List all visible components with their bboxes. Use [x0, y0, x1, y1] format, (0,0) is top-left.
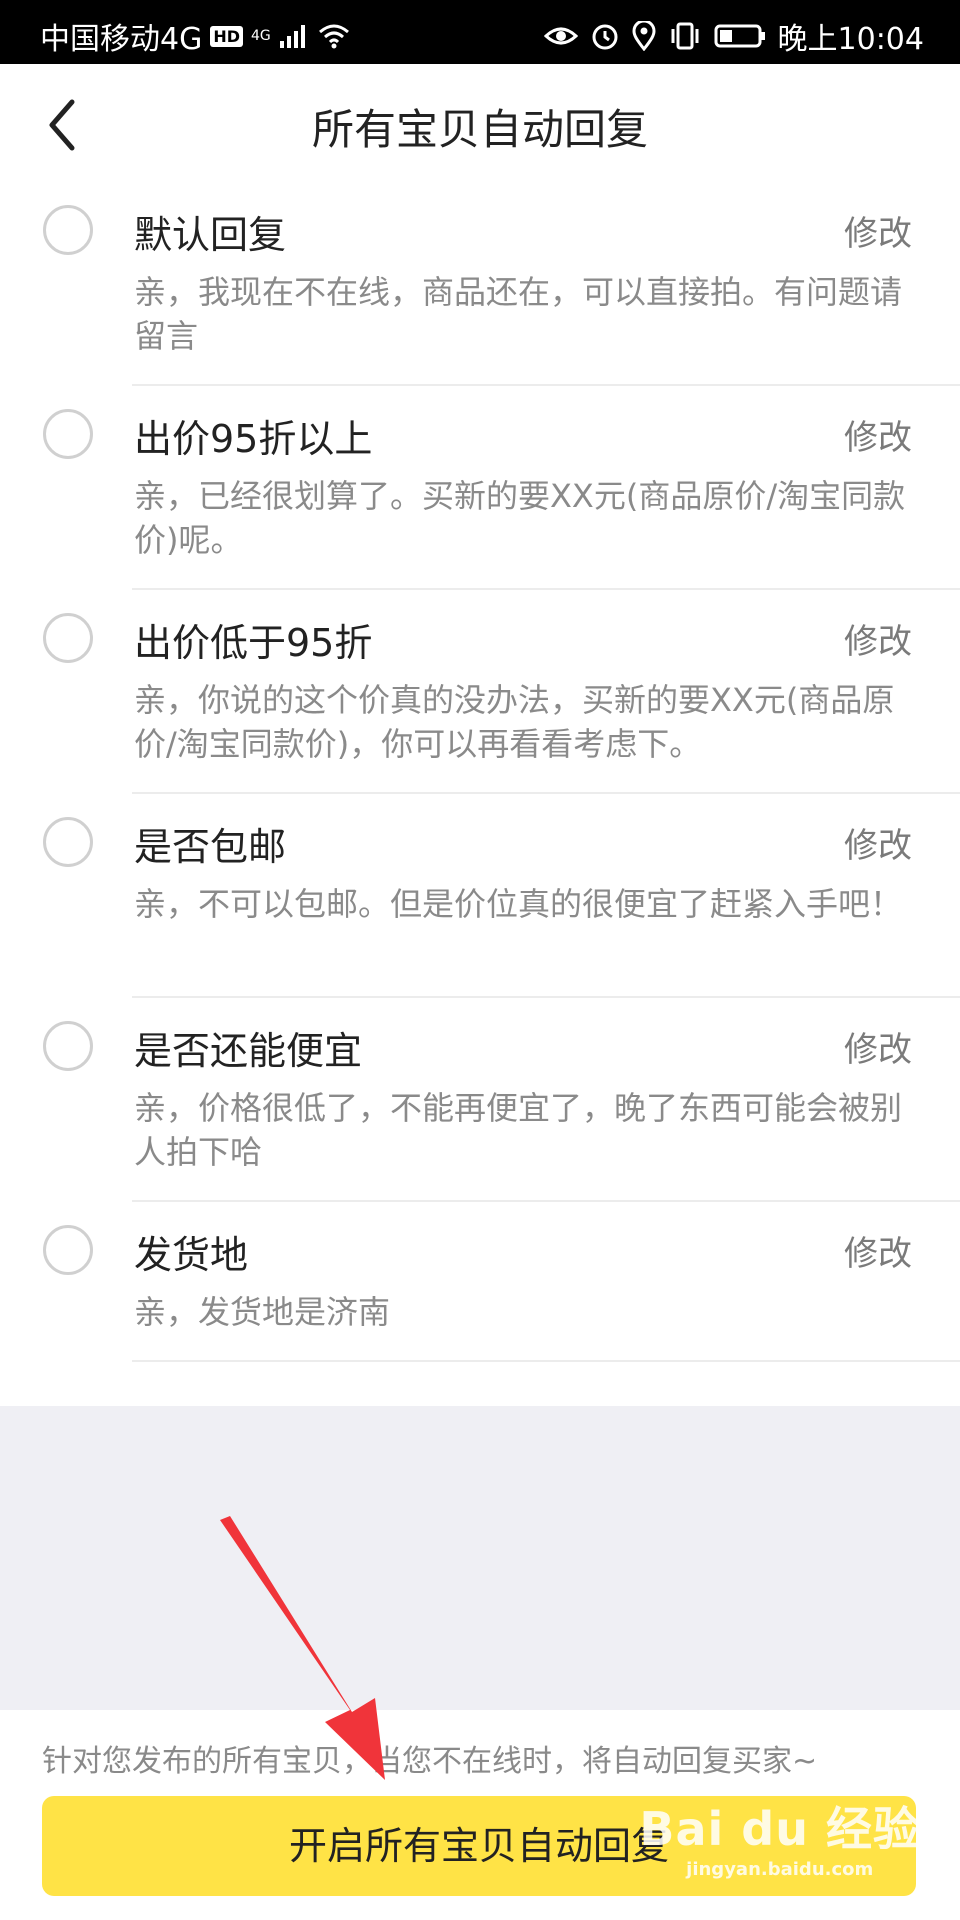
reply-title: 默认回复: [134, 213, 287, 257]
reply-item-below-95[interactable]: 出价低于95折 修改 亲，你说的这个价真的没办法，买新的要XX元(商品原价/淘宝…: [0, 590, 960, 794]
vibrate-icon: [671, 22, 699, 50]
reply-message: 亲，我现在不在线，商品还在，可以直接拍。有问题请留言: [134, 273, 903, 355]
hd-badge: HD: [210, 25, 244, 47]
reply-title: 出价95折以上: [134, 417, 373, 461]
signal-icon: [279, 25, 305, 48]
edit-link[interactable]: 修改: [844, 206, 912, 255]
title-bar: 所有宝贝自动回复: [0, 64, 960, 182]
reply-message: 亲，不可以包邮。但是价位真的很便宜了赶紧入手吧！: [134, 885, 903, 923]
reply-item-above-95[interactable]: 出价95折以上 修改 亲，已经很划算了。买新的要XX元(商品原价/淘宝同款价)呢…: [0, 386, 960, 590]
reply-item-cheaper[interactable]: 是否还能便宜 修改 亲，价格很低了，不能再便宜了，晚了东西可能会被别人拍下哈: [0, 998, 960, 1202]
edit-link[interactable]: 修改: [844, 1022, 912, 1071]
reply-title: 出价低于95折: [134, 621, 373, 665]
carrier-label: 中国移动4G: [40, 22, 203, 57]
page-title: 所有宝贝自动回复: [311, 105, 648, 154]
edit-link[interactable]: 修改: [844, 614, 912, 663]
divider: [132, 1360, 960, 1362]
radio-button[interactable]: [43, 817, 93, 867]
footer-note: 针对您发布的所有宝贝，当您不在线时，将自动回复买家~: [42, 1744, 818, 1779]
edit-link[interactable]: 修改: [844, 410, 912, 459]
network-type: 4G: [251, 28, 271, 44]
reply-list: 默认回复 修改 亲，我现在不在线，商品还在，可以直接拍。有问题请留言 出价95折…: [0, 182, 960, 1362]
reply-item-default[interactable]: 默认回复 修改 亲，我现在不在线，商品还在，可以直接拍。有问题请留言: [0, 182, 960, 386]
reply-message: 亲，发货地是济南: [134, 1293, 391, 1331]
reply-item-free-shipping[interactable]: 是否包邮 修改 亲，不可以包邮。但是价位真的很便宜了赶紧入手吧！: [0, 794, 960, 998]
reply-message: 亲，你说的这个价真的没办法，买新的要XX元(商品原价/淘宝同款价)，你可以再看看…: [134, 681, 895, 763]
reply-title: 是否包邮: [134, 825, 287, 869]
battery-icon: [714, 24, 765, 48]
radio-button[interactable]: [43, 1225, 93, 1275]
wifi-icon: [318, 24, 349, 49]
reply-title: 是否还能便宜: [134, 1029, 363, 1073]
status-right: 晚上10:04: [543, 14, 924, 58]
location-icon: [632, 21, 656, 51]
radio-button[interactable]: [43, 613, 93, 663]
reply-message: 亲，已经很划算了。买新的要XX元(商品原价/淘宝同款价)呢。: [134, 477, 906, 559]
radio-button[interactable]: [43, 205, 93, 255]
empty-area: [0, 1406, 960, 1710]
clock-time: 晚上10:04: [777, 22, 924, 57]
radio-button[interactable]: [43, 409, 93, 459]
reply-message: 亲，价格很低了，不能再便宜了，晚了东西可能会被别人拍下哈: [134, 1089, 903, 1171]
reply-title: 发货地: [134, 1233, 249, 1277]
reply-item-ship-from[interactable]: 发货地 修改 亲，发货地是济南: [0, 1202, 960, 1362]
enable-auto-reply-button[interactable]: 开启所有宝贝自动回复: [42, 1796, 916, 1896]
footer: 针对您发布的所有宝贝，当您不在线时，将自动回复买家~ 开启所有宝贝自动回复: [0, 1710, 960, 1920]
status-left: 中国移动4G HD 4G: [40, 14, 351, 58]
status-bar: 中国移动4G HD 4G 晚上10:04: [0, 0, 960, 64]
edit-link[interactable]: 修改: [844, 1226, 912, 1275]
alarm-icon: [592, 24, 618, 50]
eye-icon: [543, 27, 578, 45]
edit-link[interactable]: 修改: [844, 818, 912, 867]
radio-button[interactable]: [43, 1021, 93, 1071]
